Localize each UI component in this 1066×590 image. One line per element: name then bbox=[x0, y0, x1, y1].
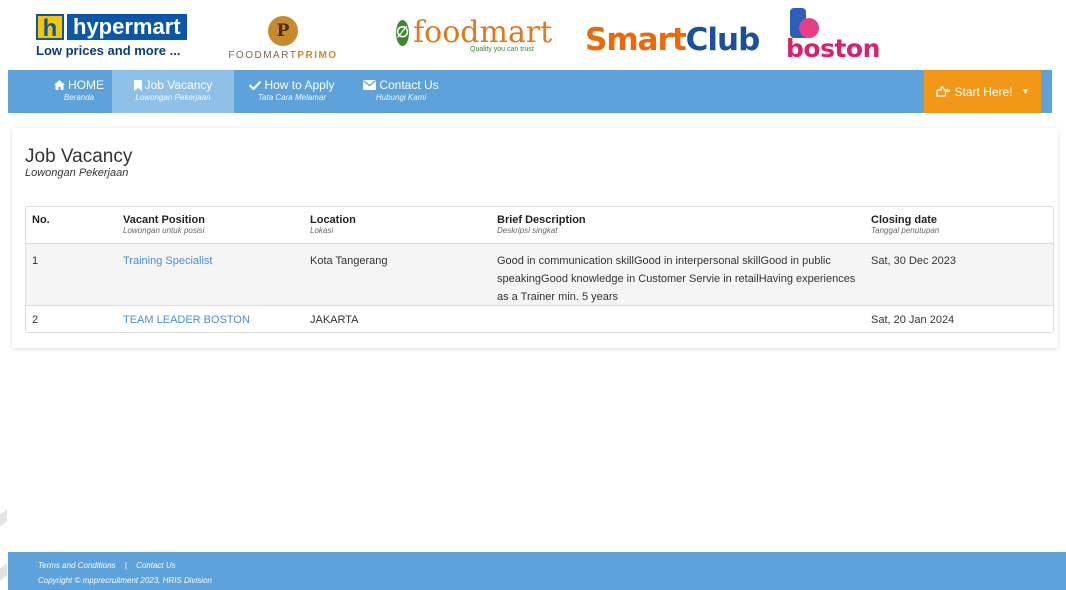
hypermart-logo-mark: h bbox=[36, 14, 64, 42]
envelope-icon bbox=[363, 80, 377, 90]
nav-home-label: HOME bbox=[68, 78, 104, 92]
row-no: 2 bbox=[32, 314, 39, 326]
page-title: Job Vacancy bbox=[25, 146, 133, 167]
foodmart-logo[interactable]: ∅ foodmart Quality you can trust bbox=[396, 18, 552, 72]
nav-home-sub: Beranda bbox=[63, 93, 95, 102]
foodmart-primo-seal: P bbox=[268, 16, 298, 46]
smartclub-logo[interactable]: SmartClub bbox=[585, 22, 761, 76]
start-here-button[interactable]: Start Here! ▼ bbox=[924, 70, 1041, 113]
header-closing-sub: Tanggal penutupan bbox=[871, 226, 940, 235]
home-icon bbox=[54, 80, 65, 90]
header-position-sub: Lowongan untuk posisi bbox=[123, 226, 205, 235]
footer-links: Terms and Conditions | Contact Us bbox=[38, 561, 176, 570]
header-description-label: Brief Description bbox=[497, 214, 586, 226]
header-description: Brief Description Deskripsi singkat bbox=[497, 214, 867, 236]
foodmart-primo-logo[interactable]: P FOODMARTPRIMO bbox=[228, 16, 338, 70]
row-location: Kota Tangerang bbox=[310, 255, 388, 267]
row-closing-date: Sat, 30 Dec 2023 bbox=[871, 255, 957, 267]
edge-decoration bbox=[0, 509, 7, 527]
nav-how-to-apply-label: How to Apply bbox=[264, 78, 335, 92]
header-position-label: Vacant Position bbox=[123, 214, 205, 226]
vacancy-table: No. Vacant Position Lowongan untuk posis… bbox=[25, 206, 1054, 333]
nav-how-to-apply[interactable]: How to Apply Tata Cara Melamar bbox=[240, 70, 344, 113]
foodmart-primo-word: FOODMARTPRIMO bbox=[228, 50, 338, 61]
smartclub-logo-part1: Smart bbox=[585, 22, 687, 58]
hypermart-logo-word: hypermart bbox=[67, 14, 187, 40]
nav-contact-us[interactable]: Contact Us Hubungi Kami bbox=[354, 70, 448, 113]
header-location-sub: Lokasi bbox=[310, 226, 334, 235]
leaf-icon: ∅ bbox=[396, 20, 410, 46]
nav-how-to-apply-sub: Tata Cara Melamar bbox=[257, 93, 327, 102]
header-location: Location Lokasi bbox=[310, 214, 356, 236]
header-location-label: Location bbox=[310, 214, 356, 226]
row-description: Good in communication skillGood in inter… bbox=[497, 255, 856, 303]
table-header-row: No. Vacant Position Lowongan untuk posis… bbox=[26, 207, 1053, 243]
smartclub-logo-part2: Club bbox=[685, 22, 761, 58]
footer-contact-link[interactable]: Contact Us bbox=[136, 561, 176, 570]
nav-job-vacancy[interactable]: Job Vacancy Lowongan Pekerjaan bbox=[112, 70, 234, 113]
row-no: 1 bbox=[32, 255, 39, 267]
table-row: 2 TEAM LEADER BOSTON JAKARTA Sat, 20 Jan… bbox=[26, 305, 1053, 332]
nav-job-vacancy-sub: Lowongan Pekerjaan bbox=[135, 93, 211, 102]
copyright-text: Copyright © mpprecruitment 2023, HRIS Di… bbox=[38, 576, 212, 585]
header-closing-label: Closing date bbox=[871, 214, 938, 226]
foodmart-primo-word-b: PRIMO bbox=[297, 50, 338, 61]
position-link[interactable]: Training Specialist bbox=[123, 252, 212, 270]
header-no-label: No. bbox=[32, 214, 50, 226]
header-description-sub: Deskripsi singkat bbox=[497, 226, 558, 235]
main-navbar: HOME Beranda Job Vacancy Lowongan Pekerj… bbox=[8, 70, 1052, 113]
pointing-hand-icon bbox=[935, 86, 950, 97]
bookmark-icon bbox=[133, 79, 142, 91]
edge-decoration bbox=[0, 563, 7, 581]
nav-contact-us-sub: Hubungi Kami bbox=[375, 93, 427, 102]
start-here-label: Start Here! bbox=[954, 84, 1013, 99]
terms-link[interactable]: Terms and Conditions bbox=[38, 561, 116, 570]
table-row: 1 Training Specialist Kota Tangerang Goo… bbox=[26, 243, 1053, 305]
footer: Terms and Conditions | Contact Us Copyri… bbox=[8, 552, 1066, 590]
position-link[interactable]: TEAM LEADER BOSTON bbox=[123, 313, 250, 327]
hypermart-tagline: Low prices and more ... bbox=[36, 43, 181, 58]
boston-logo-word: boston bbox=[786, 34, 880, 63]
page-subtitle: Lowongan Pekerjaan bbox=[25, 167, 129, 179]
header-no: No. bbox=[32, 214, 50, 226]
nav-job-vacancy-label: Job Vacancy bbox=[144, 78, 213, 92]
row-closing-date: Sat, 20 Jan 2024 bbox=[871, 314, 955, 326]
nav-contact-us-label: Contact Us bbox=[379, 78, 439, 92]
footer-separator: | bbox=[124, 561, 127, 570]
caret-down-icon: ▼ bbox=[1021, 87, 1030, 96]
foodmart-primo-word-a: FOODMART bbox=[228, 50, 298, 61]
brand-logo-bar: h hypermart Low prices and more ... P FO… bbox=[0, 0, 1066, 70]
header-closing: Closing date Tanggal penutupan bbox=[871, 214, 939, 236]
foodmart-logo-word: foodmart bbox=[413, 15, 553, 50]
hypermart-logo[interactable]: h hypermart Low prices and more ... bbox=[36, 14, 187, 68]
boston-logo-mark bbox=[790, 8, 820, 38]
boston-logo[interactable]: boston bbox=[786, 8, 882, 63]
job-vacancy-panel: Job Vacancy Lowongan Pekerjaan No. Vacan… bbox=[12, 128, 1058, 348]
check-icon bbox=[249, 80, 262, 90]
row-location: JAKARTA bbox=[310, 314, 359, 326]
header-position: Vacant Position Lowongan untuk posisi bbox=[123, 214, 205, 236]
nav-home[interactable]: HOME Beranda bbox=[44, 70, 114, 113]
